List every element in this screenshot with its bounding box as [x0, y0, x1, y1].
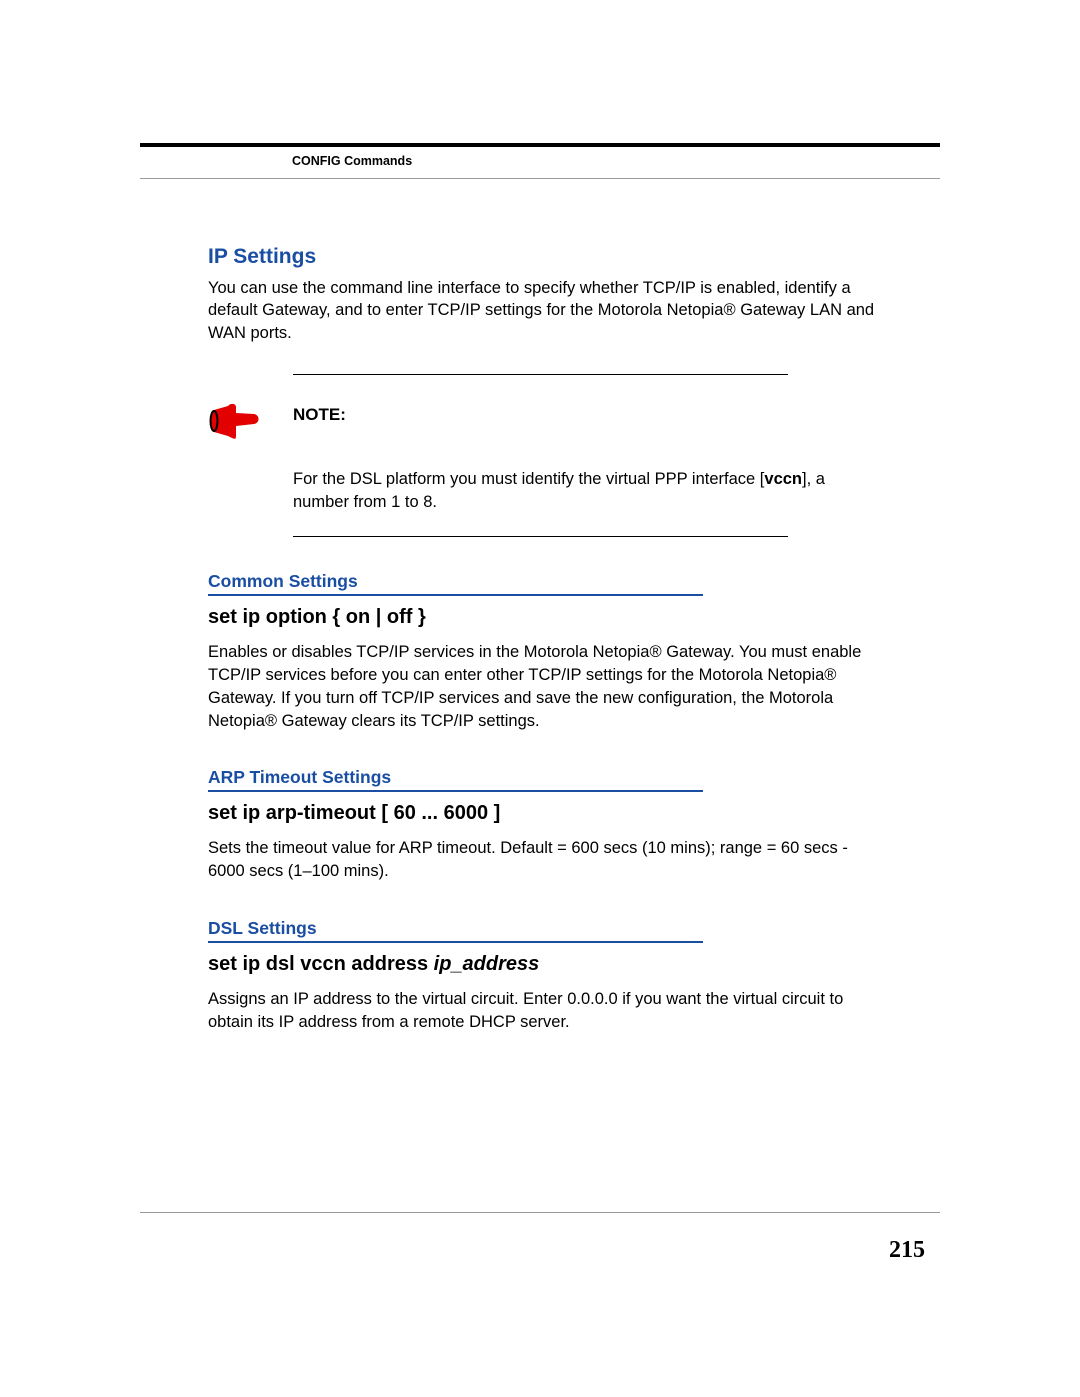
page: CONFIG Commands IP Settings You can use …	[0, 0, 1080, 1397]
ip-settings-intro: You can use the command line interface t…	[208, 277, 885, 344]
rule-common	[208, 594, 703, 596]
header-thin-rule	[140, 178, 940, 179]
heading-common-settings: Common Settings	[208, 571, 885, 592]
cmd-set-ip-option: set ip option { on | off }	[208, 606, 885, 629]
heading-ip-settings: IP Settings	[208, 245, 885, 269]
rule-arp	[208, 790, 703, 792]
cmd-dsl-arg: ip_address	[434, 953, 540, 975]
pointing-hand-icon	[208, 400, 273, 450]
page-number: 215	[889, 1237, 925, 1264]
cmd-set-ip-dsl-vccn: set ip dsl vccn address ip_address	[208, 953, 885, 976]
note-rule-top	[293, 374, 788, 375]
note-block: NOTE: For the DSL platform you must iden…	[208, 374, 885, 537]
heading-dsl-settings: DSL Settings	[208, 918, 885, 939]
footer-rule	[140, 1212, 940, 1213]
rule-dsl	[208, 941, 703, 943]
heading-arp-timeout: ARP Timeout Settings	[208, 767, 885, 788]
cmd-set-ip-arp-timeout: set ip arp-timeout [ 60 ... 6000 ]	[208, 802, 885, 825]
note-rule-bottom	[293, 536, 788, 537]
cmd-dsl-prefix: set ip dsl vccn address	[208, 953, 434, 975]
top-rule	[140, 143, 940, 147]
desc-set-ip-option: Enables or disables TCP/IP services in t…	[208, 641, 885, 733]
note-vccn: vccn	[764, 470, 802, 488]
header-section: CONFIG Commands	[292, 154, 412, 168]
note-label: NOTE:	[293, 405, 346, 425]
note-text-pre: For the DSL platform you must identify t…	[293, 470, 764, 488]
desc-dsl: Assigns an IP address to the virtual cir…	[208, 988, 885, 1034]
note-text: For the DSL platform you must identify t…	[293, 468, 883, 514]
content-area: IP Settings You can use the command line…	[208, 245, 885, 1034]
desc-arp-timeout: Sets the timeout value for ARP timeout. …	[208, 837, 885, 883]
